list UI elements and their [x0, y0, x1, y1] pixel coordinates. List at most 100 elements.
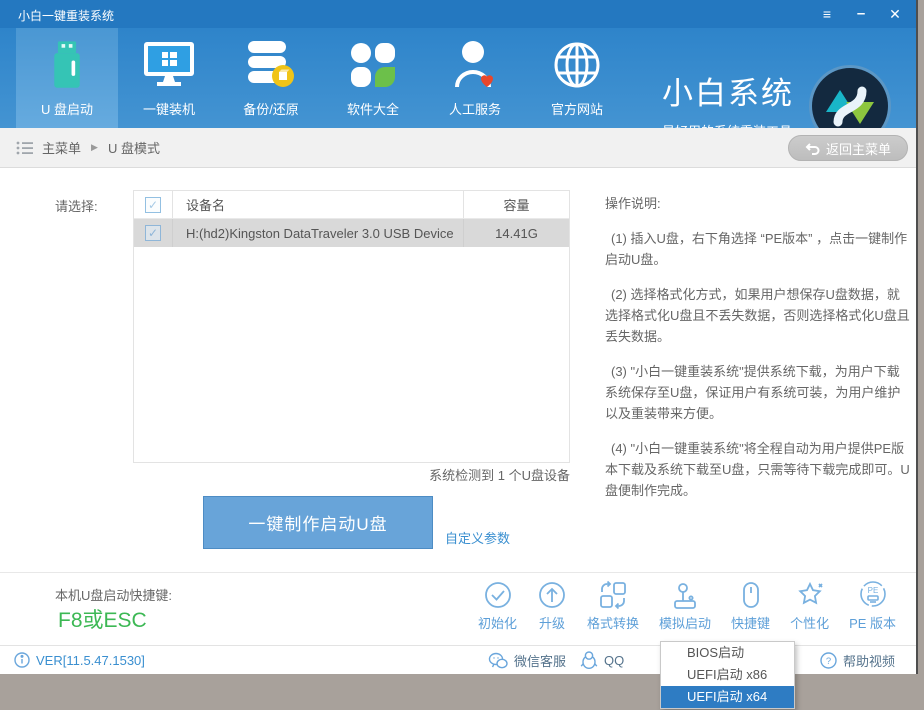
back-button-label: 返回主菜单	[826, 139, 891, 158]
capacity-cell: 14.41G	[463, 219, 569, 247]
row-checkbox[interactable]: ✓	[145, 225, 161, 241]
breadcrumb-current: U 盘模式	[108, 138, 160, 157]
nav-label: 软件大全	[347, 99, 399, 118]
qq-penguin-icon	[580, 651, 598, 669]
joystick-icon	[670, 580, 700, 610]
tool-pe-version[interactable]: PE PE 版本	[849, 580, 896, 632]
device-name-cell: H:(hd2)Kingston DataTraveler 3.0 USB Dev…	[173, 219, 463, 247]
star-badge-icon	[795, 580, 825, 610]
window-controls: ≡ – ✕	[818, 0, 904, 28]
device-name-header: 设备名	[173, 191, 463, 218]
check-circle-icon	[483, 580, 513, 610]
tool-label: PE 版本	[849, 613, 896, 632]
tools-row: 初始化 升级 格式转换	[478, 580, 896, 632]
instructions-title: 操作说明:	[605, 193, 912, 214]
minimize-icon[interactable]: –	[852, 0, 870, 28]
titlebar: 小白一键重装系统 ≡ – ✕	[0, 0, 916, 28]
header-checkbox-cell: ✓	[134, 191, 173, 218]
device-table: ✓ 设备名 容量 ✓ H:(hd2)Kingston DataTraveler …	[133, 190, 570, 463]
tool-label: 快捷键	[731, 613, 770, 632]
tool-hotkey[interactable]: 快捷键	[731, 580, 770, 632]
nav-label: 备份/还原	[243, 99, 299, 118]
breadcrumb-root[interactable]: 主菜单	[42, 138, 81, 157]
support-person-icon	[451, 35, 499, 95]
nav-items: U 盘启动 一键装机	[16, 28, 628, 128]
nav-label: 官方网站	[551, 99, 603, 118]
select-all-checkbox[interactable]: ✓	[145, 197, 161, 213]
question-icon: ?	[820, 652, 837, 669]
select-label: 请选择:	[55, 196, 98, 215]
qq-support[interactable]: QQ	[580, 646, 624, 674]
tool-initialize[interactable]: 初始化	[478, 580, 517, 632]
detect-status-text: 系统检测到 1 个U盘设备	[133, 465, 570, 484]
instruction-step: (4) "小白一键重装系统"将全程自动为用户提供PE版本下载及系统下载至U盘，只…	[605, 438, 912, 501]
instruction-step: (2) 选择格式化方式，如果用户想保存U盘数据，就选择格式化U盘且不丢失数据，否…	[605, 284, 912, 347]
wechat-support[interactable]: 微信客服	[488, 646, 566, 674]
nav-label: 人工服务	[449, 99, 501, 118]
nav-item-support[interactable]: 人工服务	[424, 28, 526, 128]
chevron-right-icon: ▶	[91, 142, 98, 153]
software-grid-icon	[350, 35, 396, 95]
nav-label: 一键装机	[143, 99, 195, 118]
custom-params-link[interactable]: 自定义参数	[445, 528, 510, 547]
nav-item-software[interactable]: 软件大全	[322, 28, 424, 128]
wechat-label: 微信客服	[514, 651, 566, 670]
tool-label: 模拟启动	[659, 613, 711, 632]
tool-label: 个性化	[790, 613, 829, 632]
main-content: 请选择: ✓ 设备名 容量 ✓ H:(hd2)Kingston DataTrav…	[0, 168, 916, 645]
tool-label: 格式转换	[587, 613, 639, 632]
return-arrow-icon	[805, 142, 820, 155]
top-navbar: U 盘启动 一键装机	[0, 28, 916, 128]
svg-text:?: ?	[826, 656, 831, 667]
svg-text:PE: PE	[867, 586, 878, 595]
close-icon[interactable]: ✕	[886, 0, 904, 28]
instruction-step: (3) "小白一键重装系统"提供系统下载，为用户下载系统保存至U盘，保证用户有系…	[605, 361, 912, 424]
back-to-main-menu-button[interactable]: 返回主菜单	[788, 135, 908, 161]
upgrade-arrow-icon	[537, 580, 567, 610]
make-usb-button[interactable]: 一键制作启动U盘	[203, 496, 433, 549]
table-header-row: ✓ 设备名 容量	[134, 191, 569, 219]
monitor-icon	[141, 35, 197, 95]
brand-name: 小白系统	[662, 68, 794, 113]
boot-type-popup-menu: BIOS启动 UEFI启动 x86 UEFI启动 x64	[660, 641, 795, 709]
hotkey-label: 本机U盘启动快捷键:	[55, 585, 172, 604]
nav-label: U 盘启动	[41, 99, 93, 118]
row-checkbox-cell: ✓	[134, 219, 173, 247]
pe-version-icon: PE	[858, 580, 888, 610]
tool-label: 初始化	[478, 613, 517, 632]
breadcrumb: 主菜单 ▶ U 盘模式 返回主菜单	[0, 128, 916, 168]
globe-icon	[553, 35, 601, 95]
instructions-panel: 操作说明: (1) 插入U盘，右下角选择 “PE版本” ，点击一键制作启动U盘。…	[605, 193, 912, 515]
mouse-icon	[736, 580, 766, 610]
tool-label: 升级	[539, 613, 565, 632]
nav-item-one-key-install[interactable]: 一键装机	[118, 28, 220, 128]
menu-item-bios-boot[interactable]: BIOS启动	[661, 642, 794, 664]
wechat-icon	[488, 652, 508, 669]
menu-item-uefi-x64[interactable]: UEFI启动 x64	[661, 686, 794, 708]
info-icon	[14, 652, 30, 668]
tool-personalize[interactable]: 个性化	[790, 580, 829, 632]
app-window: 小白一键重装系统 ≡ – ✕ U 盘启动	[0, 0, 918, 674]
usb-drive-icon	[47, 35, 87, 95]
menu-icon[interactable]: ≡	[818, 0, 836, 28]
version-info: VER[11.5.47.1530]	[14, 646, 145, 674]
version-text: VER[11.5.47.1530]	[36, 653, 145, 668]
footer-divider	[0, 572, 916, 573]
help-video[interactable]: ? 帮助视频	[820, 646, 895, 674]
menu-item-uefi-x86[interactable]: UEFI启动 x86	[661, 664, 794, 686]
table-row[interactable]: ✓ H:(hd2)Kingston DataTraveler 3.0 USB D…	[134, 219, 569, 247]
nav-item-usb-boot[interactable]: U 盘启动	[16, 28, 118, 128]
capacity-header: 容量	[463, 191, 569, 218]
tool-format-convert[interactable]: 格式转换	[587, 580, 639, 632]
help-label: 帮助视频	[843, 651, 895, 670]
tool-upgrade[interactable]: 升级	[537, 580, 567, 632]
window-title: 小白一键重装系统	[18, 7, 114, 24]
nav-item-website[interactable]: 官方网站	[526, 28, 628, 128]
list-icon	[16, 140, 34, 156]
tool-simulate-boot[interactable]: 模拟启动	[659, 580, 711, 632]
nav-item-backup-restore[interactable]: 备份/还原	[220, 28, 322, 128]
format-convert-icon	[598, 580, 628, 610]
hotkey-value: F8或ESC	[58, 604, 147, 634]
backup-restore-icon	[246, 35, 296, 95]
instruction-step: (1) 插入U盘，右下角选择 “PE版本” ，点击一键制作启动U盘。	[605, 228, 912, 270]
